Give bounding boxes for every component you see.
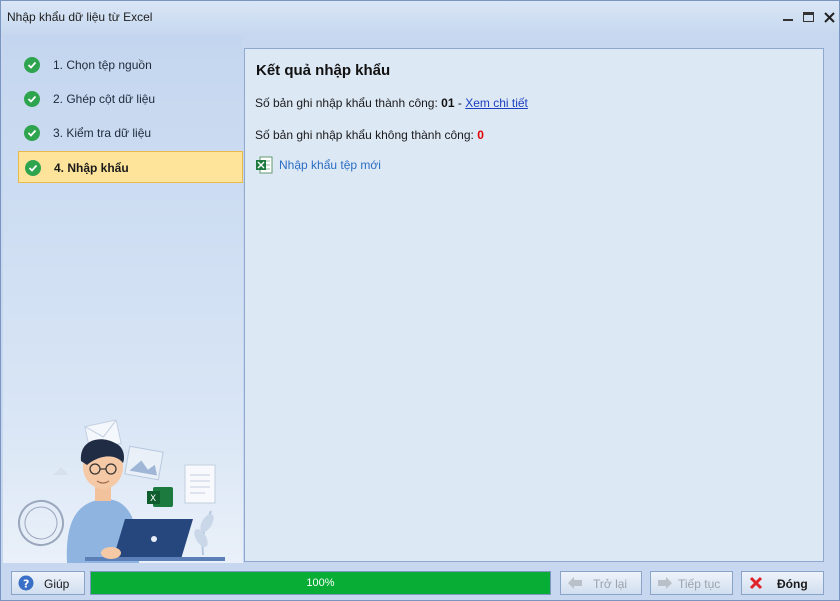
check-icon <box>24 57 40 73</box>
footer-bar: ? Giúp 100% Trở lại Tiếp tục Đóng <box>1 565 839 601</box>
step-label: 1. Chọn tệp nguồn <box>53 58 152 72</box>
fail-line: Số bản ghi nhập khẩu không thành công: 0 <box>255 128 484 142</box>
next-button[interactable]: Tiếp tục <box>650 571 733 595</box>
back-label: Trở lại <box>593 577 628 591</box>
excel-file-icon <box>256 156 273 174</box>
plant-decoration <box>194 510 214 556</box>
excel-icon: X <box>147 487 173 507</box>
maximize-icon <box>802 12 814 22</box>
check-icon <box>24 91 40 107</box>
svg-text:X: X <box>150 494 156 504</box>
check-icon <box>24 125 40 141</box>
result-panel: Kết quả nhập khẩu Số bản ghi nhập khẩu t… <box>244 48 824 562</box>
new-import-label: Nhập khẩu tệp mới <box>279 158 381 172</box>
success-count: 01 <box>441 96 455 110</box>
success-line: Số bản ghi nhập khẩu thành công: 01 - Xe… <box>255 96 528 110</box>
result-title: Kết quả nhập khẩu <box>256 62 391 79</box>
progress-bar: 100% <box>90 571 551 595</box>
person-laptop-illustration: X <box>18 419 225 563</box>
arrow-left-icon <box>568 577 582 589</box>
step-choose-source[interactable]: 1. Chọn tệp nguồn <box>18 49 243 81</box>
close-x-icon <box>749 576 763 590</box>
step-check-data[interactable]: 3. Kiểm tra dữ liệu <box>18 117 243 149</box>
svg-text:?: ? <box>23 578 29 591</box>
maximize-button[interactable] <box>798 7 818 27</box>
close-icon <box>823 11 835 23</box>
help-label: Giúp <box>44 577 70 591</box>
help-button[interactable]: ? Giúp <box>11 571 85 595</box>
minimize-icon <box>783 19 793 21</box>
view-details-link[interactable]: Xem chi tiết <box>465 96 528 110</box>
import-excel-window: Nhập khẩu dữ liệu từ Excel 1. Chọn tệp n… <box>0 0 840 601</box>
window-title: Nhập khẩu dữ liệu từ Excel <box>7 10 153 24</box>
help-icon: ? <box>18 575 34 591</box>
step-map-columns[interactable]: 2. Ghép cột dữ liệu <box>18 83 243 115</box>
close-button[interactable]: Đóng <box>741 571 824 595</box>
fail-count: 0 <box>477 128 484 142</box>
new-import-link[interactable]: Nhập khẩu tệp mới <box>255 156 381 174</box>
step-label: 4. Nhập khẩu <box>54 161 129 175</box>
close-window-button[interactable] <box>819 7 839 27</box>
back-button[interactable]: Trở lại <box>560 571 642 595</box>
triangle-shape <box>53 467 69 475</box>
minimize-button[interactable] <box>778 7 798 27</box>
step-import[interactable]: 4. Nhập khẩu <box>18 151 243 183</box>
document-icon <box>184 464 216 504</box>
step-label: 3. Kiểm tra dữ liệu <box>53 126 152 140</box>
check-icon <box>25 160 41 176</box>
progress-text: 100% <box>306 577 335 589</box>
step-label: 2. Ghép cột dữ liệu <box>53 92 156 106</box>
image-icon <box>124 445 164 481</box>
arrow-right-icon <box>658 577 672 589</box>
fail-label: Số bản ghi nhập khẩu không thành công: <box>255 128 474 142</box>
title-bar: Nhập khẩu dữ liệu từ Excel <box>1 1 839 33</box>
success-label: Số bản ghi nhập khẩu thành công: <box>255 96 438 110</box>
close-label: Đóng <box>777 577 808 591</box>
next-label: Tiếp tục <box>678 577 721 591</box>
separator: - <box>454 96 466 110</box>
watermark-stamp <box>18 500 64 546</box>
